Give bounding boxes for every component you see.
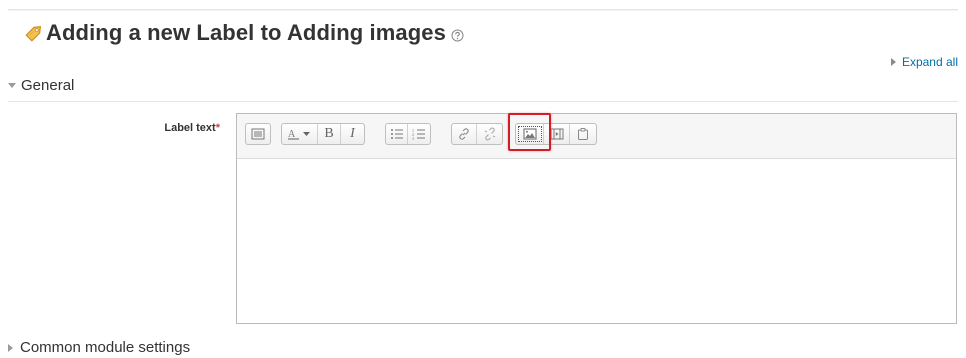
svg-text:3: 3 [412, 136, 414, 140]
expand-all-link[interactable]: Expand all [890, 55, 958, 69]
section-divider [8, 101, 958, 102]
section-common-module-settings-toggle[interactable]: Common module settings [8, 339, 190, 356]
svg-text:A: A [288, 129, 296, 140]
section-general-label: General [21, 77, 75, 94]
toolbar-group-style: A B I [281, 123, 365, 145]
section-general-toggle[interactable]: General [8, 77, 74, 94]
toolbar-group-lists: 1 2 3 [385, 123, 431, 145]
expand-triangle-icon [8, 343, 13, 352]
label-text-field-label: Label text* [100, 122, 220, 134]
show-more-buttons-icon[interactable] [246, 124, 270, 144]
insert-image-icon[interactable] [516, 124, 544, 144]
font-color-icon[interactable]: A [282, 124, 318, 144]
manage-files-icon[interactable] [570, 124, 596, 144]
top-divider [8, 9, 958, 10]
link-icon[interactable] [452, 124, 477, 144]
expand-all-label: Expand all [901, 55, 958, 69]
unlink-icon[interactable] [477, 124, 502, 144]
bold-button[interactable]: B [318, 124, 341, 144]
expand-triangle-icon [890, 58, 896, 66]
unordered-list-icon[interactable] [386, 124, 408, 144]
section-common-label: Common module settings [20, 339, 191, 356]
editor-toolbar: A B I 1 2 3 [237, 114, 956, 159]
toolbar-group-media [515, 123, 597, 145]
help-icon[interactable] [451, 29, 464, 42]
toolbar-group-links [451, 123, 503, 145]
required-marker: * [215, 122, 220, 134]
italic-button[interactable]: I [341, 124, 364, 144]
page-heading: Adding a new Label to Adding images [22, 18, 464, 48]
ordered-list-icon[interactable]: 1 2 3 [408, 124, 430, 144]
page-title: Adding a new Label to Adding images [46, 20, 446, 45]
label-text-label: Label text [164, 122, 216, 134]
label-text-content-area[interactable] [237, 159, 956, 323]
collapse-triangle-icon [8, 83, 16, 88]
label-text-editor: A B I 1 2 3 [236, 113, 957, 324]
label-tag-icon [22, 21, 46, 45]
toolbar-group-more [245, 123, 271, 145]
insert-media-icon[interactable] [544, 124, 570, 144]
